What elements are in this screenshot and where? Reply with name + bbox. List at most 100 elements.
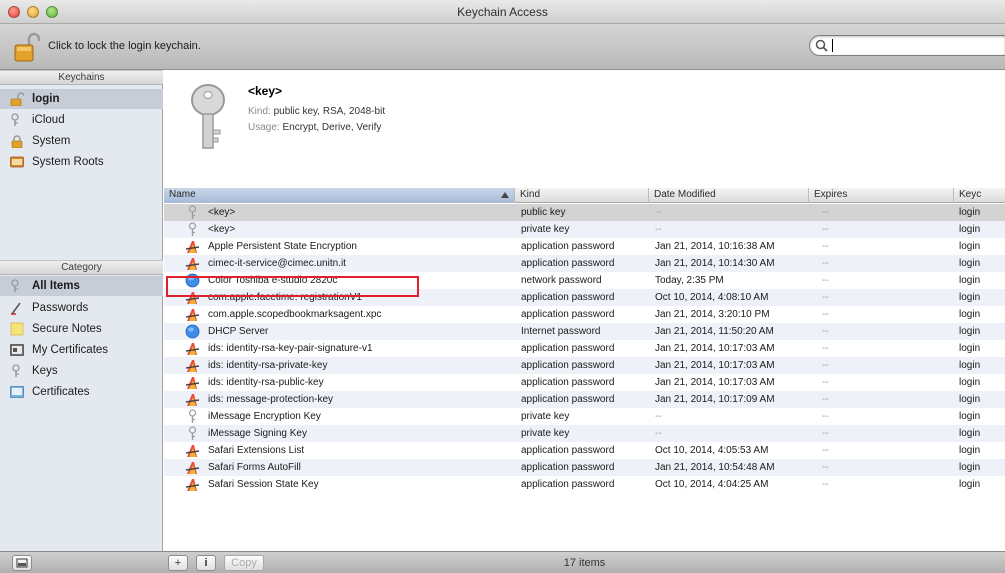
row-keychain: login [959, 343, 981, 354]
table-row[interactable]: iMessage Signing Key private key -- -- login [164, 425, 1005, 442]
row-expires: -- [822, 207, 829, 218]
window-title: Keychain Access [457, 5, 548, 19]
row-expires: -- [822, 360, 829, 371]
items-table: Name Kind Date Modified Expires Keyc <ke… [164, 188, 1005, 551]
row-name: Safari Session State Key [208, 479, 319, 490]
row-keychain: login [959, 479, 981, 490]
sidebar-item-system-roots[interactable]: System Roots [0, 152, 163, 172]
password-icon [185, 460, 200, 475]
row-name: <key> [208, 224, 236, 235]
row-kind: application password [521, 377, 615, 388]
table-row[interactable]: ids: identity-rsa-key-pair-signature-v1 a… [164, 340, 1005, 357]
row-expires: -- [822, 479, 829, 490]
secure-notes-icon [10, 322, 24, 336]
row-keychain: login [959, 275, 981, 286]
search-icon [815, 39, 828, 52]
sidebar-item-keys[interactable]: Keys [0, 361, 163, 381]
table-row[interactable]: iMessage Encryption Key private key -- -- lo… [164, 408, 1005, 425]
row-date-modified: Oct 10, 2014, 4:04:25 AM [655, 479, 769, 490]
table-row[interactable]: <key> private key -- -- login [164, 221, 1005, 238]
row-date-modified: -- [655, 428, 662, 439]
column-header-name[interactable]: Name [164, 188, 515, 203]
sidebar-item-all-items[interactable]: All Items [0, 276, 163, 296]
column-header-expires[interactable]: Expires [809, 188, 954, 203]
row-date-modified: Jan 21, 2014, 10:17:03 AM [655, 360, 775, 371]
my-certificates-icon [10, 344, 24, 356]
row-keychain: login [959, 326, 981, 337]
row-date-modified: -- [655, 411, 662, 422]
sidebar-item-passwords[interactable]: Passwords [0, 298, 163, 318]
row-kind: private key [521, 428, 570, 439]
row-keychain: login [959, 394, 981, 405]
row-name: Color Toshiba e-studio 2820c [208, 275, 338, 286]
row-kind: application password [521, 309, 615, 320]
key-icon [185, 426, 200, 441]
sidebar-item-label: login [32, 93, 60, 105]
table-row[interactable]: com.apple.facetime: registrationV1 applic… [164, 289, 1005, 306]
row-kind: application password [521, 343, 615, 354]
key-icon [185, 409, 200, 424]
row-name: ids: identity-rsa-public-key [208, 377, 324, 388]
row-kind: application password [521, 241, 615, 252]
column-header-date-modified[interactable]: Date Modified [649, 188, 809, 203]
row-kind: Internet password [521, 326, 601, 337]
password-icon [185, 341, 200, 356]
table-row[interactable]: ids: identity-rsa-public-key application … [164, 374, 1005, 391]
category-header: Category [0, 260, 163, 275]
row-name: Safari Forms AutoFill [208, 462, 301, 473]
table-row[interactable]: Safari Extensions List application passwo… [164, 442, 1005, 459]
password-icon [185, 358, 200, 373]
sidebar-item-system[interactable]: System [0, 131, 163, 151]
sidebar-item-label: Keys [32, 365, 58, 377]
row-expires: -- [822, 241, 829, 252]
all-items-icon [11, 279, 19, 292]
item-count: 17 items [563, 557, 606, 569]
sidebar-item-icloud[interactable]: iCloud [0, 110, 163, 130]
row-kind: public key [521, 207, 566, 218]
lock-button[interactable] [14, 32, 41, 62]
column-header-kind[interactable]: Kind [515, 188, 649, 203]
sidebar-item-label: All Items [32, 280, 80, 292]
sidebar-item-my-certificates[interactable]: My Certificates [0, 340, 163, 360]
row-name: com.apple.facetime: registrationV1 [208, 292, 362, 303]
search-field[interactable] [809, 35, 1005, 56]
sidebar-item-login[interactable]: login [0, 89, 163, 109]
sidebar-item-secure-notes[interactable]: Secure Notes [0, 319, 163, 339]
row-date-modified: -- [655, 207, 662, 218]
row-name: cimec-it-service@cimec.unitn.it [208, 258, 346, 269]
row-expires: -- [822, 343, 829, 354]
row-keychain: login [959, 428, 981, 439]
table-row[interactable]: ids: identity-rsa-private-key application… [164, 357, 1005, 374]
network-icon [185, 324, 200, 339]
table-row[interactable]: com.apple.scopedbookmarksagent.xpc applic… [164, 306, 1005, 323]
table-row[interactable]: <key> public key -- -- login [164, 204, 1005, 221]
password-icon [185, 290, 200, 305]
password-icon [185, 239, 200, 254]
table-row[interactable]: Safari Session State Key application pass… [164, 476, 1005, 493]
sort-ascending-icon [501, 192, 509, 198]
keys-icon [12, 364, 20, 377]
column-header-keychain[interactable]: Keyc [954, 188, 1005, 203]
usage-label: Usage: [248, 122, 280, 133]
sidebar-item-certificates[interactable]: Certificates [0, 382, 163, 402]
table-row[interactable]: Apple Persistent State Encryption applica… [164, 238, 1005, 255]
row-expires: -- [822, 309, 829, 320]
row-date-modified: Oct 10, 2014, 4:08:10 AM [655, 292, 769, 303]
table-row[interactable]: Color Toshiba e-studio 2820c network pass… [164, 272, 1005, 289]
table-row[interactable]: cimec-it-service@cimec.unitn.it applicati… [164, 255, 1005, 272]
sidebar-item-label: Secure Notes [32, 323, 102, 335]
row-keychain: login [959, 241, 981, 252]
row-keychain: login [959, 462, 981, 473]
row-kind: network password [521, 275, 602, 286]
table-row[interactable]: ids: message-protection-key application p… [164, 391, 1005, 408]
table-row[interactable]: DHCP Server Internet password Jan 21, 2014… [164, 323, 1005, 340]
search-input[interactable] [832, 38, 1002, 53]
row-date-modified: Jan 21, 2014, 11:50:20 AM [655, 326, 774, 337]
keychains-header: Keychains [0, 70, 163, 85]
row-date-modified: -- [655, 224, 662, 235]
row-name: <key> [208, 207, 236, 218]
row-keychain: login [959, 224, 981, 235]
row-date-modified: Jan 21, 2014, 10:17:09 AM [655, 394, 775, 405]
row-date-modified: Jan 21, 2014, 3:20:10 PM [655, 309, 770, 320]
table-row[interactable]: Safari Forms AutoFill application passwor… [164, 459, 1005, 476]
